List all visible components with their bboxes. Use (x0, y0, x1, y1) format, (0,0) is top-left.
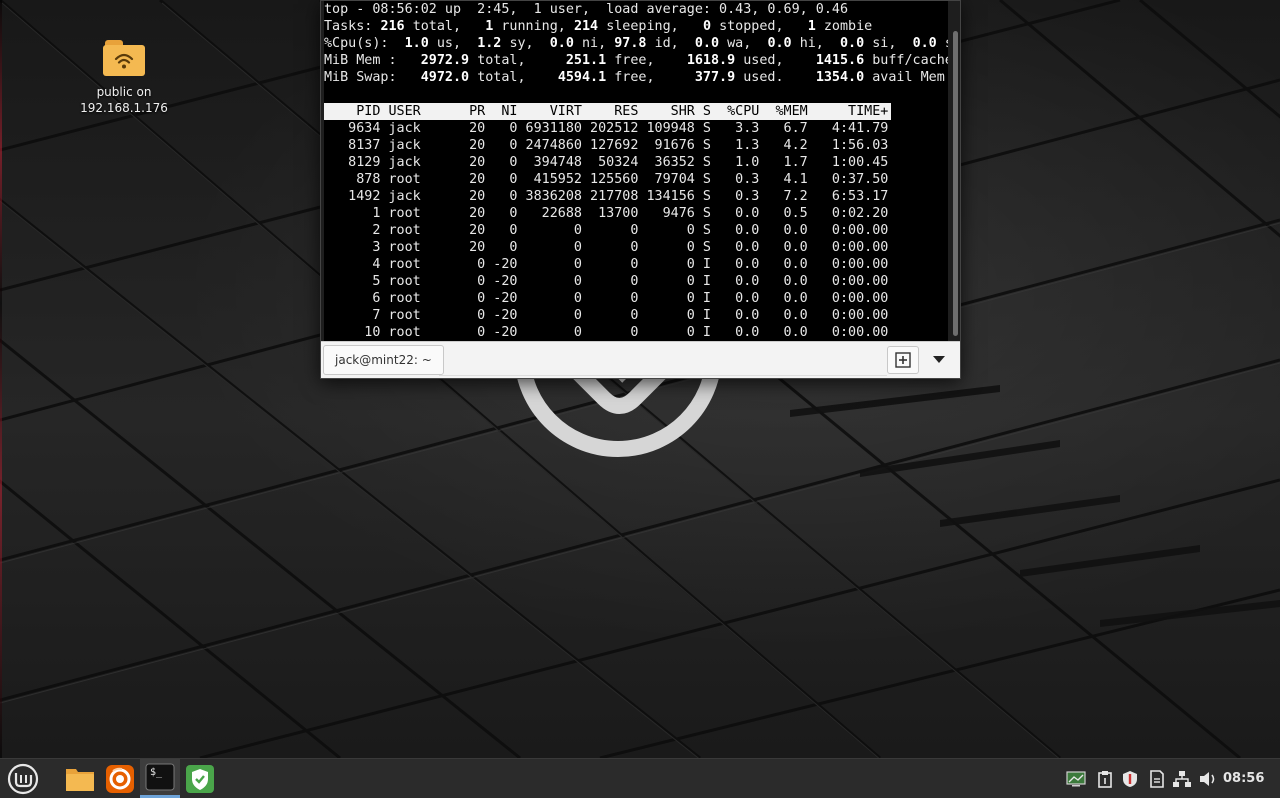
process-row: 10 root 0 -20 0 0 0 I 0.0 0.0 0:00.00 (324, 325, 889, 340)
top-cpu-line: %Cpu(s): 1.0 us, 1.2 sy, 0.0 ni, 97.8 id… (324, 36, 948, 51)
terminal-scrollbar[interactable] (950, 1, 960, 341)
volume-icon (1200, 771, 1215, 786)
firefox-launcher[interactable] (100, 759, 140, 798)
process-row: 3 root 20 0 0 0 0 S 0.0 0.0 0:00.00 (324, 240, 889, 255)
process-row: 2 root 20 0 0 0 0 S 0.0 0.0 0:00.00 (324, 223, 889, 238)
terminal-tab[interactable]: jack@mint22: ~ (323, 345, 444, 375)
shield-check-icon (186, 764, 214, 793)
tray-network[interactable] (1170, 759, 1194, 798)
tab-menu-button[interactable] (922, 346, 956, 374)
process-row: 6 root 0 -20 0 0 0 I 0.0 0.0 0:00.00 (324, 291, 889, 306)
wallpaper-edge (0, 0, 2, 758)
desktop-icon-label-line1: public on (96, 85, 152, 99)
terminal-window[interactable]: top - 08:56:02 up 2:45, 1 user, load ave… (320, 0, 961, 379)
taskbar-clock[interactable]: 08:56 (1223, 759, 1264, 798)
process-table-header: PID USER PR NI VIRT RES SHR S %CPU %MEM … (324, 103, 948, 120)
terminal-tab-bar: jack@mint22: ~ (321, 341, 960, 378)
network-icon (1173, 770, 1191, 787)
terminal-icon: $_ (145, 763, 175, 791)
display-icon (1066, 770, 1086, 786)
top-swap-line: MiB Swap: 4972.0 total, 4594.1 free, 377… (324, 70, 945, 85)
desktop-icon-label-line2: 192.168.1.176 (80, 101, 168, 115)
desktop-icon-network-share[interactable]: public on 192.168.1.176 (72, 40, 176, 116)
tray-display[interactable] (1064, 759, 1088, 798)
mint-logo-icon (7, 763, 39, 794)
top-mem-line: MiB Mem : 2972.9 total, 251.1 free, 1618… (324, 53, 948, 68)
process-table: 9634 jack 20 0 6931180 202512 109948 S 3… (324, 120, 948, 341)
update-manager-launcher[interactable] (180, 759, 220, 798)
process-row: 7 root 0 -20 0 0 0 I 0.0 0.0 0:00.00 (324, 308, 889, 323)
tab-bar-filler (439, 345, 887, 376)
tray-notes[interactable] (1145, 759, 1169, 798)
tray-update-shield[interactable] (1118, 759, 1142, 798)
add-tab-icon (895, 352, 911, 368)
tray-clipboard[interactable] (1093, 759, 1117, 798)
files-launcher[interactable] (60, 759, 100, 798)
top-summary-line: top - 08:56:02 up 2:45, 1 user, load ave… (324, 2, 849, 17)
svg-text:$_: $_ (150, 767, 163, 778)
scrollbar-thumb[interactable] (953, 31, 958, 336)
terminal-launcher[interactable]: $_ (140, 759, 180, 798)
process-row: 878 root 20 0 415952 125560 79704 S 0.3 … (324, 172, 889, 187)
new-tab-button[interactable] (887, 346, 919, 374)
notes-icon (1150, 769, 1164, 788)
folder-icon (66, 768, 94, 791)
shield-icon (1123, 770, 1137, 787)
process-row: 1 root 20 0 22688 13700 9476 S 0.0 0.5 0… (324, 206, 889, 221)
process-row: 4 root 0 -20 0 0 0 I 0.0 0.0 0:00.00 (324, 257, 889, 272)
firefox-icon (106, 764, 134, 793)
top-tasks-line: Tasks: 216 total, 1 running, 214 sleepin… (324, 19, 873, 34)
network-folder-icon (103, 40, 145, 76)
terminal-output[interactable]: top - 08:56:02 up 2:45, 1 user, load ave… (324, 1, 948, 341)
chevron-down-icon (933, 356, 945, 363)
process-row: 8129 jack 20 0 394748 50324 36352 S 1.0 … (324, 155, 889, 170)
process-row: 9634 jack 20 0 6931180 202512 109948 S 3… (324, 121, 889, 136)
taskbar: $_ 08:56 (0, 758, 1280, 798)
process-row: 1492 jack 20 0 3836208 217708 134156 S 0… (324, 189, 889, 204)
mint-menu-button[interactable] (2, 759, 44, 798)
tray-volume[interactable] (1196, 759, 1220, 798)
process-row: 5 root 0 -20 0 0 0 I 0.0 0.0 0:00.00 (324, 274, 889, 289)
process-header-bar: PID USER PR NI VIRT RES SHR S %CPU %MEM … (324, 103, 891, 120)
process-row: 8137 jack 20 0 2474860 127692 91676 S 1.… (324, 138, 889, 153)
clipboard-icon (1098, 770, 1112, 788)
